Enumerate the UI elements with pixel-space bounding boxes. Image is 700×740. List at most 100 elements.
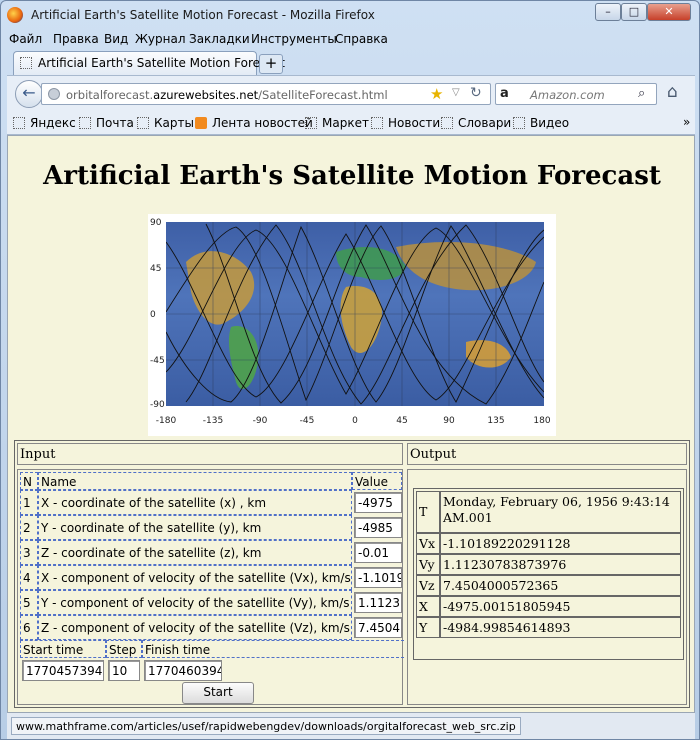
map-x-tick: -180 xyxy=(155,416,177,426)
map-x-tick: 0 xyxy=(352,416,358,426)
search-bar[interactable]: a Amazon.com ⌕ xyxy=(495,83,657,105)
bookmark-page-icon xyxy=(305,117,317,129)
row-name: Z - coordinate of the satellite (z), km xyxy=(38,540,352,565)
row-number: 6 xyxy=(20,615,38,640)
bookmark-star-icon[interactable]: ★ xyxy=(430,85,443,103)
menu-edit[interactable]: Правка xyxy=(53,32,99,46)
page-favicon-icon xyxy=(20,57,32,69)
bookmark-maps[interactable]: Карты xyxy=(137,116,194,130)
vy-input[interactable]: 1.1123 xyxy=(354,592,402,613)
output-panel: T Monday, February 06, 1956 9:43:14 AM.0… xyxy=(407,469,687,705)
maximize-button[interactable]: □ xyxy=(621,3,647,21)
bookmark-label: Почта xyxy=(96,116,134,130)
reload-icon[interactable]: ↻ xyxy=(470,85,482,101)
row-name: Y - component of velocity of the satelli… xyxy=(38,590,352,615)
orbit-tracks-svg xyxy=(165,222,545,406)
column-header-name: Name xyxy=(38,472,352,490)
output-table: T Monday, February 06, 1956 9:43:14 AM.0… xyxy=(413,488,684,660)
output-panel-header: Output xyxy=(407,443,687,465)
url-path: /SatelliteForecast.html xyxy=(258,88,388,102)
menu-help[interactable]: Справка xyxy=(335,32,388,46)
bookmark-mail[interactable]: Почта xyxy=(79,116,134,130)
bookmark-label: Маркет xyxy=(322,116,369,130)
minimize-button[interactable]: – xyxy=(595,3,621,21)
row-name: X - component of velocity of the satelli… xyxy=(38,565,352,590)
tab-active[interactable]: Artificial Earth's Satellite Motion Fore… xyxy=(13,51,285,75)
bookmark-page-icon xyxy=(441,117,453,129)
amazon-icon[interactable]: a xyxy=(500,86,509,101)
rss-icon xyxy=(195,117,207,129)
finish-time-label: Finish time xyxy=(142,640,404,658)
new-tab-button[interactable]: + xyxy=(259,54,283,74)
map-x-tick: 135 xyxy=(487,416,505,426)
bookmark-label: Лента новостей xyxy=(212,116,313,130)
ground-track-map: 90 45 0 -45 -90 -180 -135 -90 -45 0 45 9… xyxy=(148,214,556,436)
output-key: Vz xyxy=(416,575,440,596)
map-y-tick: 90 xyxy=(150,218,162,228)
z-coordinate-input[interactable]: -0.01 xyxy=(354,542,402,563)
row-name: X - coordinate of the satellite (x) , km xyxy=(38,490,352,515)
bookmark-page-icon xyxy=(137,117,149,129)
output-value: -4975.00151805945 xyxy=(440,596,681,617)
input-panel-header: Input xyxy=(17,443,403,465)
menu-history[interactable]: Журнал xyxy=(135,32,186,46)
bookmark-dictionaries[interactable]: Словари xyxy=(441,116,511,130)
map-y-tick: -90 xyxy=(150,400,165,410)
back-button[interactable]: ← xyxy=(15,80,43,108)
bookmark-video[interactable]: Видео xyxy=(513,116,569,130)
bookmarks-overflow-button[interactable]: » xyxy=(683,115,690,129)
bookmark-news[interactable]: Новости xyxy=(371,116,440,130)
finish-time-input[interactable]: 1770460394 xyxy=(144,660,222,681)
menu-file[interactable]: Файл xyxy=(9,32,42,46)
title-bar: Artificial Earth's Satellite Motion Fore… xyxy=(1,1,699,29)
earth-map-image xyxy=(165,222,545,406)
row-name: Y - coordinate of the satellite (y), km xyxy=(38,515,352,540)
bookmarks-toolbar: Яндекс Почта Карты Лента новостей Маркет… xyxy=(7,111,695,135)
status-link-text: www.mathframe.com/articles/usef/rapidweb… xyxy=(11,717,521,735)
bookmark-label: Яндекс xyxy=(30,116,76,130)
step-input[interactable]: 10 xyxy=(108,660,140,681)
map-x-tick: -135 xyxy=(202,416,224,426)
page-title: Artificial Earth's Satellite Motion Fore… xyxy=(43,161,661,191)
firefox-logo-icon xyxy=(7,7,23,23)
row-name: Z - component of velocity of the satelli… xyxy=(38,615,352,640)
bookmark-label: Словари xyxy=(458,116,512,130)
bookmark-news-feed[interactable]: Лента новостей xyxy=(195,116,313,130)
output-key: T xyxy=(416,491,440,533)
menu-view[interactable]: Вид xyxy=(104,32,128,46)
output-key: Vx xyxy=(416,533,440,554)
row-number: 1 xyxy=(20,490,38,515)
map-y-tick: 45 xyxy=(150,264,162,274)
tab-label: Artificial Earth's Satellite Motion Fore… xyxy=(38,56,285,70)
vz-input[interactable]: 7.4504 xyxy=(354,617,402,638)
map-x-tick: -45 xyxy=(299,416,315,426)
step-label: Step xyxy=(106,640,142,658)
row-number: 4 xyxy=(20,565,38,590)
url-dropdown-icon[interactable]: ▽ xyxy=(452,87,460,98)
output-value: -4984.99854614893 xyxy=(440,617,681,638)
map-y-tick: 0 xyxy=(150,310,156,320)
bookmark-page-icon xyxy=(513,117,525,129)
map-y-tick: -45 xyxy=(150,356,165,366)
bookmark-yandex[interactable]: Яндекс xyxy=(13,116,76,130)
status-bar: www.mathframe.com/articles/usef/rapidweb… xyxy=(7,713,695,739)
y-coordinate-input[interactable]: -4985 xyxy=(354,517,402,538)
output-key: Vy xyxy=(416,554,440,575)
input-panel: N Name Value 1 X - coordinate of the sat… xyxy=(17,469,404,705)
row-number: 3 xyxy=(20,540,38,565)
close-button[interactable]: ✕ xyxy=(647,3,691,21)
output-value: Monday, February 06, 1956 9:43:14 AM.001 xyxy=(440,491,681,533)
home-icon[interactable]: ⌂ xyxy=(667,82,678,102)
x-coordinate-input[interactable]: -4975 xyxy=(354,492,402,513)
menu-bookmarks[interactable]: Закладки xyxy=(189,32,250,46)
map-x-tick: -90 xyxy=(252,416,268,426)
output-key: Y xyxy=(416,617,440,638)
search-icon[interactable]: ⌕ xyxy=(638,86,645,101)
vx-input[interactable]: -1.1019 xyxy=(354,567,402,588)
menu-tools[interactable]: Инструменты xyxy=(251,32,337,46)
start-button[interactable]: Start xyxy=(182,682,254,704)
start-time-input[interactable]: 1770457394 xyxy=(22,660,104,681)
bookmark-market[interactable]: Маркет xyxy=(305,116,369,130)
output-key: X xyxy=(416,596,440,617)
url-bar[interactable]: orbitalforecast.azurewebsites.net/Satell… xyxy=(41,83,491,105)
